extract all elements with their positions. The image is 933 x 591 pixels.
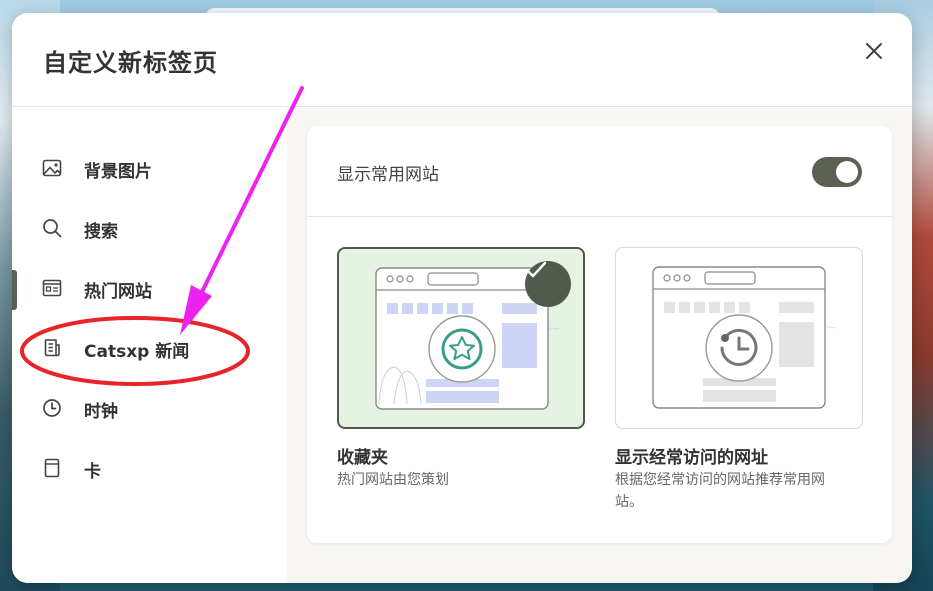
sidebar-item-label: 时钟: [84, 402, 118, 422]
card-header: 显示常用网站: [307, 126, 892, 217]
settings-panel: 显示常用网站 收藏夹 热门网站由您策划 显示经常访问的网址 根据您经常访问的网站…: [287, 108, 912, 583]
sidebar: 背景图片 搜索 热门网站 Catsxp 新闻 时钟 卡: [12, 108, 287, 583]
dialog-title: 自定义新标签页: [43, 49, 218, 77]
sidebar-item-top-sites[interactable]: 热门网站: [12, 266, 287, 310]
sidebar-item-news[interactable]: Catsxp 新闻: [12, 326, 287, 370]
checkmark-icon: [525, 261, 547, 278]
sidebar-item-label: 热门网站: [84, 282, 152, 302]
sidebar-item-background[interactable]: 背景图片: [12, 146, 287, 190]
selected-check-badge: [525, 261, 571, 307]
customize-dialog: 自定义新标签页 背景图片 搜索 热门网站 Catsxp 新闻 时钟 卡 显示常用…: [12, 13, 912, 583]
search-icon: [42, 218, 62, 238]
option-favorites-title: 收藏夹: [337, 448, 388, 468]
top-sites-card: 显示常用网站 收藏夹 热门网站由您策划 显示经常访问的网址 根据您经常访问的网站…: [307, 126, 892, 543]
sidebar-item-label: 搜索: [84, 222, 118, 242]
top-sites-icon: [42, 278, 62, 298]
image-icon: [42, 158, 62, 178]
close-icon: [866, 43, 882, 59]
news-icon: [42, 338, 62, 358]
close-button[interactable]: [860, 37, 888, 65]
option-favorites[interactable]: [337, 247, 585, 429]
sidebar-item-cards[interactable]: 卡: [12, 446, 287, 490]
sidebar-item-clock[interactable]: 时钟: [12, 386, 287, 430]
card-icon: [42, 458, 62, 478]
show-top-sites-label: 显示常用网站: [337, 165, 439, 185]
sidebar-item-search[interactable]: 搜索: [12, 206, 287, 250]
show-top-sites-toggle[interactable]: [812, 157, 862, 187]
sidebar-item-label: 卡: [84, 462, 101, 482]
sidebar-item-label: 背景图片: [84, 162, 152, 182]
option-frequently-visited-desc: 根据您经常访问的网站推荐常用网站。: [615, 472, 825, 510]
option-frequently-visited-title: 显示经常访问的网址: [615, 448, 768, 468]
clock-icon: [42, 398, 62, 418]
option-favorites-desc: 热门网站由您策划: [337, 472, 449, 488]
toggle-knob: [836, 161, 858, 183]
sidebar-item-label: Catsxp 新闻: [84, 342, 190, 362]
option-frequently-visited[interactable]: [615, 247, 863, 429]
frequently-visited-illustration: [652, 266, 837, 409]
dialog-header: 自定义新标签页: [12, 13, 912, 107]
